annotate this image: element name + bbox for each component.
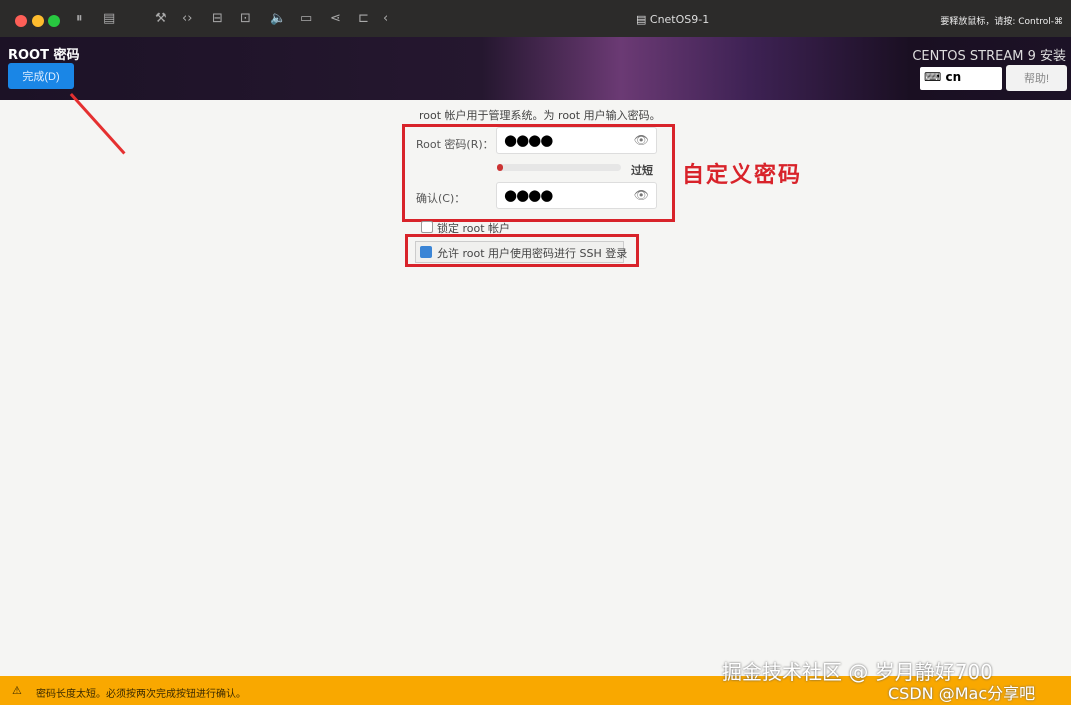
page-title: ROOT 密码	[8, 44, 80, 63]
code-icon[interactable]: ‹›	[182, 11, 192, 26]
root-password-label: Root 密码(R)：	[416, 136, 494, 152]
allow-ssh-label: 允许 root 用户使用密码进行 SSH 登录	[437, 245, 627, 261]
sound-icon[interactable]: 🔈	[270, 11, 286, 26]
confirm-password-value: ●●●●	[504, 186, 552, 204]
pause-icon[interactable]: ⏸	[76, 11, 83, 26]
vm-title: ▤ CnetOS9-1	[636, 13, 709, 26]
zoom-window-button[interactable]	[48, 15, 60, 27]
help-button[interactable]: 帮助!	[1006, 65, 1067, 91]
confirm-password-label: 确认(C)：	[416, 190, 465, 206]
root-password-input[interactable]: ●●●● 👁	[496, 127, 657, 154]
camera-icon[interactable]: ▭	[300, 11, 312, 26]
keyboard-layout-indicator[interactable]: ⌨ cn	[920, 67, 1002, 90]
settings-wrench-icon[interactable]: ⚒	[155, 11, 167, 26]
annotation-arrow	[70, 93, 126, 154]
keyboard-icon: ⌨	[924, 70, 941, 84]
installer-header: ROOT 密码 完成(D) CENTOS STREAM 9 安装 ⌨ cn 帮助…	[0, 37, 1071, 100]
confirm-password-input[interactable]: ●●●● 👁	[496, 182, 657, 209]
intro-text: root 帐户用于管理系统。为 root 用户输入密码。	[419, 107, 661, 123]
keyboard-layout-text: cn	[946, 70, 962, 84]
show-confirm-eye-icon[interactable]: 👁	[634, 188, 649, 202]
show-password-eye-icon[interactable]: 👁	[634, 133, 649, 147]
password-strength-bar	[497, 164, 621, 171]
warning-icon: ⚠	[12, 684, 22, 697]
product-title: CENTOS STREAM 9 安装	[912, 45, 1066, 64]
vm-titlebar: ⏸ ▤ ⚒ ‹› ⊟ ⊡ 🔈 ▭ ⋖ ⊏ ‹ ▤ CnetOS9-1 要释放鼠标…	[0, 0, 1071, 37]
printer-icon[interactable]: ⊡	[240, 11, 251, 26]
watermark-csdn: CSDN @Mac分享吧	[888, 680, 1035, 704]
snapshot-icon[interactable]: ▤	[103, 11, 115, 26]
warning-text: 密码长度太短。必须按两次完成按钮进行确认。	[36, 685, 246, 700]
allow-ssh-checkbox[interactable]	[420, 246, 432, 258]
root-password-value: ●●●●	[504, 131, 552, 149]
password-strength-label: 过短	[631, 162, 653, 178]
vm-title-text: CnetOS9-1	[650, 13, 709, 26]
share-icon[interactable]: ⋖	[330, 11, 341, 26]
release-mouse-hint: 要释放鼠标，请按: Control-⌘	[940, 14, 1063, 27]
chevron-left-icon[interactable]: ‹	[383, 11, 388, 26]
disk-icon[interactable]: ⊟	[212, 11, 223, 26]
lock-root-checkbox[interactable]	[421, 221, 433, 233]
minimize-window-button[interactable]	[32, 15, 44, 27]
strength-fill	[497, 164, 503, 171]
annotation-text: 自定义密码	[682, 157, 802, 189]
done-button[interactable]: 完成(D)	[8, 63, 74, 89]
close-window-button[interactable]	[15, 15, 27, 27]
folder-icon[interactable]: ⊏	[358, 11, 369, 26]
